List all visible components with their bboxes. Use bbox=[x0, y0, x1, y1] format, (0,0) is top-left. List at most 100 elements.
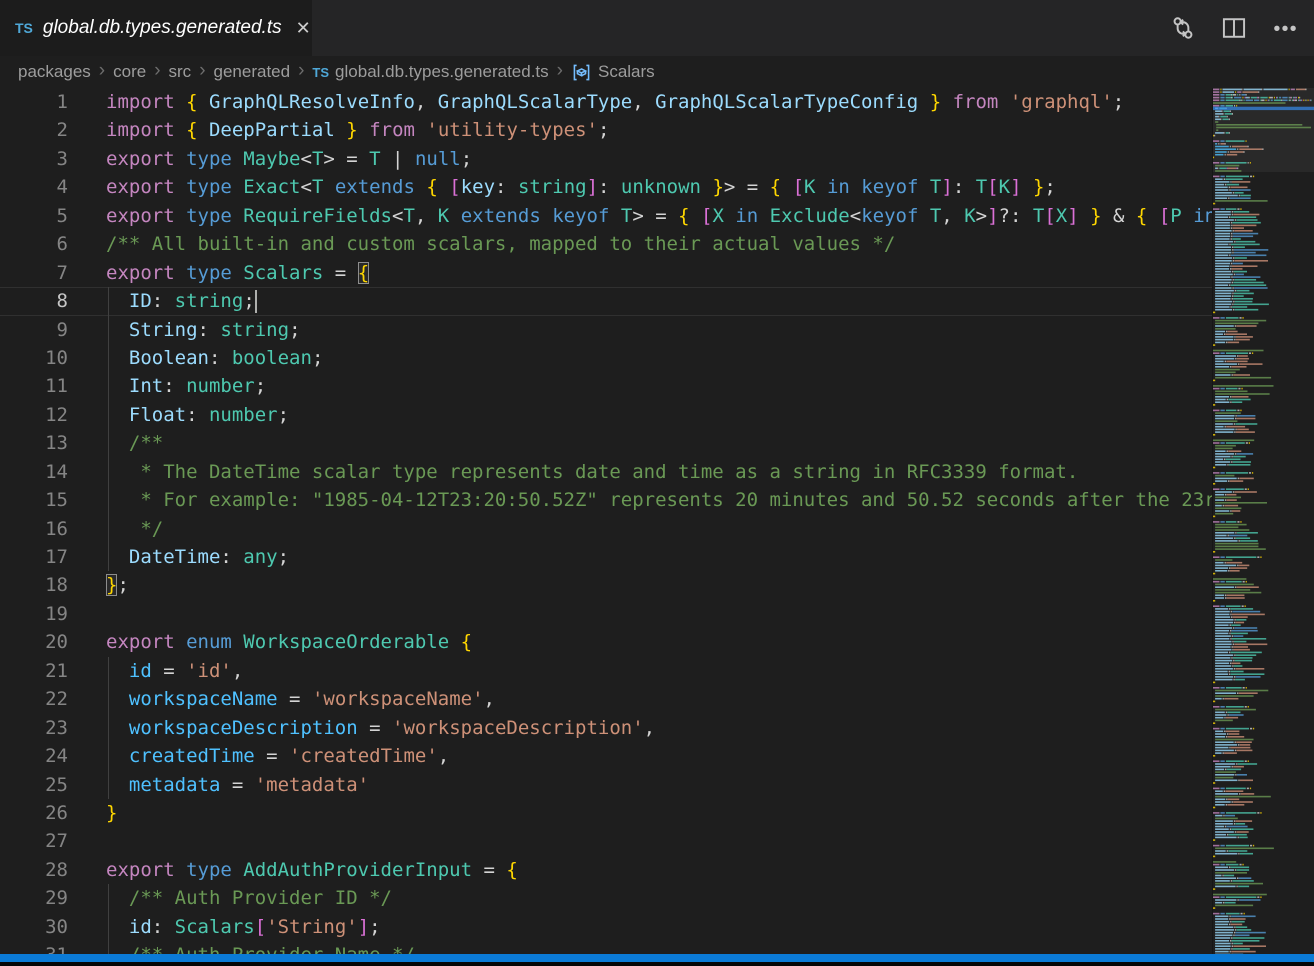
code-line-text: workspaceName = 'workspaceName', bbox=[106, 685, 495, 713]
line-number: 26 bbox=[0, 799, 68, 827]
breadcrumb-label: src bbox=[169, 62, 192, 82]
code-line-13[interactable]: 13 /** bbox=[0, 429, 1212, 457]
line-number: 28 bbox=[0, 856, 68, 884]
code-line-text: */ bbox=[106, 515, 163, 543]
line-number: 3 bbox=[0, 145, 68, 173]
breadcrumb-item-src[interactable]: src bbox=[169, 62, 192, 82]
typescript-file-icon: TS bbox=[15, 20, 33, 36]
line-number: 11 bbox=[0, 372, 68, 400]
code-line-30[interactable]: 30 id: Scalars['String']; bbox=[0, 913, 1212, 941]
breadcrumb-label: generated bbox=[214, 62, 291, 82]
code-line-20[interactable]: 20 export enum WorkspaceOrderable { bbox=[0, 628, 1212, 656]
line-number: 25 bbox=[0, 771, 68, 799]
code-line-text: export type Maybe<T> = T | null; bbox=[106, 145, 472, 173]
editor-actions bbox=[1170, 0, 1298, 56]
line-number: 13 bbox=[0, 429, 68, 457]
code-line-text: /** All built-in and custom scalars, map… bbox=[106, 230, 895, 258]
code-line-text: } bbox=[106, 799, 117, 827]
code-line-26[interactable]: 26} bbox=[0, 799, 1212, 827]
code-line-28[interactable]: 28export type AddAuthProviderInput = { bbox=[0, 856, 1212, 884]
line-number: 1 bbox=[0, 88, 68, 116]
breadcrumb-item-generated[interactable]: generated bbox=[214, 62, 291, 82]
line-number: 24 bbox=[0, 742, 68, 770]
code-line-text: DateTime: any; bbox=[106, 543, 289, 571]
code-line-8[interactable]: 8 ID: string; bbox=[0, 287, 1212, 315]
code-line-25[interactable]: 25 metadata = 'metadata' bbox=[0, 771, 1212, 799]
code-line-text: import { GraphQLResolveInfo, GraphQLScal… bbox=[106, 88, 1124, 116]
breadcrumb-item-global-db-types-generated-ts[interactable]: TS global.db.types.generated.ts bbox=[312, 62, 548, 82]
code-line-15[interactable]: 15 * For example: "1985-04-12T23:20:50.5… bbox=[0, 486, 1212, 514]
code-line-text: Boolean: boolean; bbox=[106, 344, 323, 372]
code-line-text: id = 'id', bbox=[106, 657, 243, 685]
code-line-4[interactable]: 4export type Exact<T extends { [key: str… bbox=[0, 173, 1212, 201]
breadcrumb-item-packages[interactable]: packages bbox=[18, 62, 91, 82]
code-line-29[interactable]: 29 /** Auth Provider ID */ bbox=[0, 884, 1212, 912]
code-line-27[interactable]: 27 bbox=[0, 827, 1212, 855]
breadcrumb-separator: › bbox=[146, 60, 168, 84]
minimap-current-line bbox=[1213, 107, 1314, 110]
breadcrumb-separator: › bbox=[549, 60, 571, 84]
code-line-text: export enum WorkspaceOrderable { bbox=[106, 628, 472, 656]
breadcrumb-item-scalars[interactable]: Scalars bbox=[571, 62, 655, 83]
line-number: 30 bbox=[0, 913, 68, 941]
code-line-text: * The DateTime scalar type represents da… bbox=[106, 458, 1078, 486]
code-line-text: id: Scalars['String']; bbox=[106, 913, 381, 941]
panel-focus-border bbox=[0, 954, 1314, 962]
symbol-type-icon bbox=[571, 62, 592, 83]
minimap[interactable] bbox=[1212, 88, 1314, 966]
line-number: 20 bbox=[0, 628, 68, 656]
code-line-text: * For example: "1985-04-12T23:20:50.52Z"… bbox=[106, 486, 1212, 514]
line-number: 21 bbox=[0, 657, 68, 685]
tab-bar: TS global.db.types.generated.ts ✕ bbox=[0, 0, 1314, 56]
code-line-6[interactable]: 6 /** All built-in and custom scalars, ma… bbox=[0, 230, 1212, 258]
code-line-text: /** Auth Provider ID */ bbox=[106, 884, 392, 912]
line-number: 6 bbox=[0, 230, 68, 258]
breadcrumb-label: packages bbox=[18, 62, 91, 82]
line-number: 22 bbox=[0, 685, 68, 713]
code-line-12[interactable]: 12 Float: number; bbox=[0, 401, 1212, 429]
breadcrumb-label: global.db.types.generated.ts bbox=[335, 62, 549, 82]
code-line-14[interactable]: 14 * The DateTime scalar type represents… bbox=[0, 458, 1212, 486]
line-number: 29 bbox=[0, 884, 68, 912]
line-number: 17 bbox=[0, 543, 68, 571]
code-line-text: }; bbox=[106, 571, 129, 599]
code-line-1[interactable]: 1 import { GraphQLResolveInfo, GraphQLSca… bbox=[0, 88, 1212, 116]
line-number: 2 bbox=[0, 116, 68, 144]
line-number: 9 bbox=[0, 316, 68, 344]
open-changes-icon[interactable] bbox=[1170, 15, 1196, 41]
breadcrumb-label: core bbox=[113, 62, 146, 82]
code-line-16[interactable]: 16 */ bbox=[0, 515, 1212, 543]
tab-title: global.db.types.generated.ts bbox=[43, 17, 282, 39]
code-line-9[interactable]: 9 String: string; bbox=[0, 316, 1212, 344]
code-line-17[interactable]: 17 DateTime: any; bbox=[0, 543, 1212, 571]
code-line-19[interactable]: 19 bbox=[0, 600, 1212, 628]
close-icon[interactable]: ✕ bbox=[296, 19, 311, 37]
tab-global-db-types-generated[interactable]: TS global.db.types.generated.ts ✕ bbox=[0, 0, 312, 56]
code-line-7[interactable]: 7export type Scalars = { bbox=[0, 259, 1212, 287]
more-actions-icon[interactable] bbox=[1272, 15, 1298, 41]
code-line-11[interactable]: 11 Int: number; bbox=[0, 372, 1212, 400]
code-line-text: export type Scalars = { bbox=[106, 259, 369, 287]
code-line-2[interactable]: 2import { DeepPartial } from 'utility-ty… bbox=[0, 116, 1212, 144]
code-line-text: workspaceDescription = 'workspaceDescrip… bbox=[106, 714, 655, 742]
code-line-5[interactable]: 5export type RequireFields<T, K extends … bbox=[0, 202, 1212, 230]
breadcrumb-item-core[interactable]: core bbox=[113, 62, 146, 82]
breadcrumb-separator: › bbox=[91, 60, 113, 84]
breadcrumb-label: Scalars bbox=[598, 62, 655, 82]
code-line-23[interactable]: 23 workspaceDescription = 'workspaceDesc… bbox=[0, 714, 1212, 742]
code-line-10[interactable]: 10 Boolean: boolean; bbox=[0, 344, 1212, 372]
code-line-24[interactable]: 24 createdTime = 'createdTime', bbox=[0, 742, 1212, 770]
code-line-text: ID: string; bbox=[106, 287, 255, 315]
vscode-window: TS global.db.types.generated.ts ✕ bbox=[0, 0, 1314, 966]
code-line-3[interactable]: 3 export type Maybe<T> = T | null; bbox=[0, 145, 1212, 173]
code-line-21[interactable]: 21 id = 'id', bbox=[0, 657, 1212, 685]
code-line-18[interactable]: 18}; bbox=[0, 571, 1212, 599]
split-editor-icon[interactable] bbox=[1221, 15, 1247, 41]
code-line-22[interactable]: 22 workspaceName = 'workspaceName', bbox=[0, 685, 1212, 713]
code-line-text: export type RequireFields<T, K extends k… bbox=[106, 202, 1212, 230]
minimap-canvas bbox=[1213, 88, 1314, 966]
typescript-file-icon: TS bbox=[312, 65, 329, 80]
line-number: 23 bbox=[0, 714, 68, 742]
window-bottom-edge bbox=[0, 962, 1314, 966]
code-editor[interactable]: 1 import { GraphQLResolveInfo, GraphQLSca… bbox=[0, 88, 1212, 966]
